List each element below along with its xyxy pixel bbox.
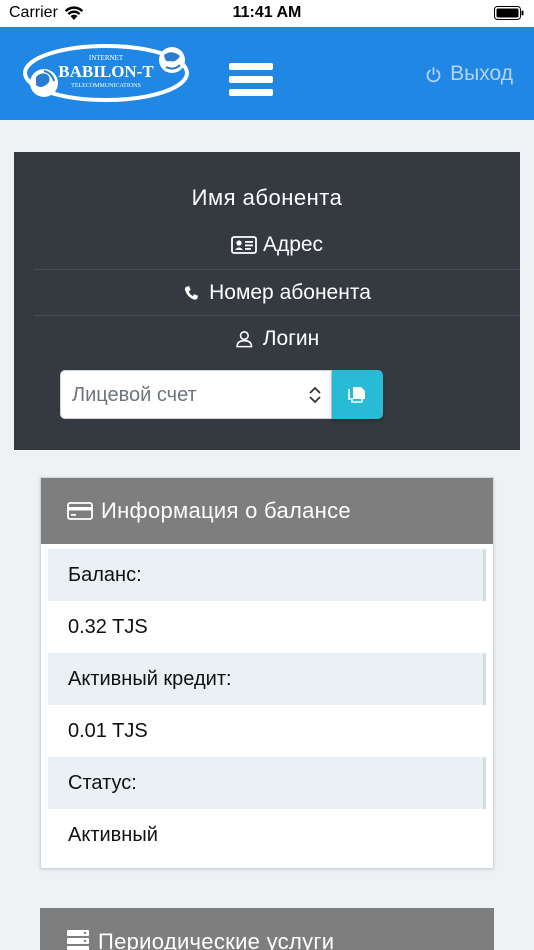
balance-card-title: Информация о балансе xyxy=(101,498,351,523)
status-value: Активный xyxy=(68,823,158,846)
chevron-up-down-icon xyxy=(309,386,321,404)
balance-label: Баланс: xyxy=(48,549,486,601)
subscriber-login: Логин xyxy=(34,315,520,361)
hamburger-icon xyxy=(229,63,273,70)
credit-value: 0.01 TJS xyxy=(68,719,148,742)
copy-account-button[interactable] xyxy=(332,370,383,419)
subscriber-phone: Номер абонента xyxy=(34,269,520,315)
subscriber-address: Адрес xyxy=(34,222,520,268)
subscriber-name: Имя абонента xyxy=(191,185,343,210)
subscriber-panel: Имя абонента Адрес Номер абонента Логин … xyxy=(14,152,520,450)
hamburger-icon xyxy=(229,76,273,83)
logo-bottom-text: TELECOMMUNICATIONS xyxy=(71,83,141,89)
login-text: Логин xyxy=(262,326,320,350)
id-card-icon xyxy=(231,236,257,254)
credit-card-icon xyxy=(67,502,93,520)
logout-label: Выход xyxy=(450,62,513,85)
status-label: Статус: xyxy=(48,757,486,809)
clock: 11:41 AM xyxy=(232,4,302,21)
power-icon xyxy=(426,66,441,82)
copy-icon xyxy=(348,387,365,403)
phone-text: Номер абонента xyxy=(209,280,371,304)
account-select-value: Лицевой счет xyxy=(72,384,197,406)
battery-icon xyxy=(494,6,524,20)
status-bar: Carrier 11:41 AM xyxy=(0,0,534,27)
balance-value: 0.32 TJS xyxy=(68,615,148,638)
address-text: Адрес xyxy=(262,233,324,256)
logout-button[interactable]: Выход xyxy=(425,62,513,86)
balance-card-header: Информация о балансе xyxy=(41,478,493,544)
menu-toggle-button[interactable] xyxy=(229,63,275,101)
periodic-services-title: Периодические услуги xyxy=(98,929,335,950)
top-navbar: INTERNET BABILON-T TELECOMMUNICATIONS Вы… xyxy=(0,27,534,120)
server-icon xyxy=(67,930,89,950)
phone-icon xyxy=(185,285,199,300)
account-select[interactable]: Лицевой счет xyxy=(60,370,332,419)
hamburger-icon xyxy=(229,89,273,96)
logo-top-text: INTERNET xyxy=(89,54,124,62)
user-icon xyxy=(236,330,253,347)
credit-label: Активный кредит: xyxy=(48,653,486,705)
balance-card: Информация о балансе Баланс: 0.32 TJS Ак… xyxy=(40,477,494,869)
periodic-services-card-header[interactable]: Периодические услуги xyxy=(40,908,494,950)
logo-main-text: BABILON-T xyxy=(58,62,154,81)
babilon-t-logo[interactable]: INTERNET BABILON-T TELECOMMUNICATIONS xyxy=(22,41,190,105)
